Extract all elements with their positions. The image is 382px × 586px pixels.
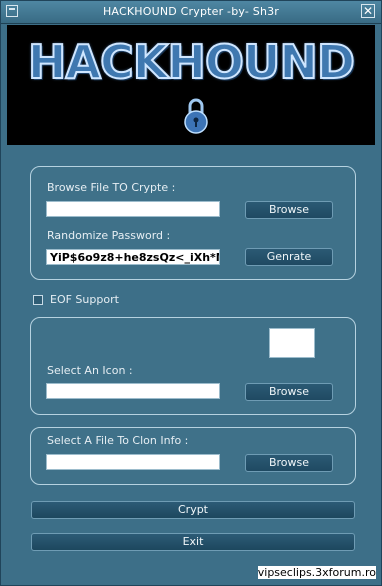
exit-button[interactable]: Exit xyxy=(31,533,355,551)
clone-info-input[interactable] xyxy=(46,454,220,470)
crypter-window: HACKHOUND Crypter -by- Sh3r ✕ HACKHOUND … xyxy=(0,0,382,586)
file-to-crypt-input[interactable] xyxy=(46,201,220,217)
window-title: HACKHOUND Crypter -by- Sh3r xyxy=(102,5,280,18)
icon-path-input[interactable] xyxy=(46,383,220,399)
title-bar[interactable]: HACKHOUND Crypter -by- Sh3r ✕ xyxy=(1,1,381,24)
padlock-icon xyxy=(184,98,208,134)
crypt-button[interactable]: Crypt xyxy=(31,501,355,519)
close-icon[interactable]: ✕ xyxy=(361,4,375,18)
browse-clone-button[interactable]: Browse xyxy=(245,454,333,472)
password-input[interactable]: YiP$6o9z8+he8zsQz<_iXh*MM xyxy=(46,249,220,265)
watermark-text: vipseclips.3xforum.ro xyxy=(257,566,376,579)
generate-password-button[interactable]: Genrate xyxy=(245,248,333,266)
browse-file-button[interactable]: Browse xyxy=(245,201,333,219)
icon-preview xyxy=(269,328,315,358)
password-label: Randomize Password : xyxy=(47,229,171,242)
select-icon-label: Select An Icon : xyxy=(47,364,133,377)
logo-text: HACKHOUND xyxy=(27,34,356,90)
browse-icon-button[interactable]: Browse xyxy=(245,383,333,401)
eof-support-checkbox[interactable] xyxy=(33,295,43,305)
eof-support-label: EOF Support xyxy=(50,293,119,306)
logo-banner: HACKHOUND xyxy=(7,25,375,145)
clone-info-label: Select A File To Clon Info : xyxy=(47,434,189,447)
file-to-crypt-label: Browse File TO Crypte : xyxy=(47,181,176,194)
